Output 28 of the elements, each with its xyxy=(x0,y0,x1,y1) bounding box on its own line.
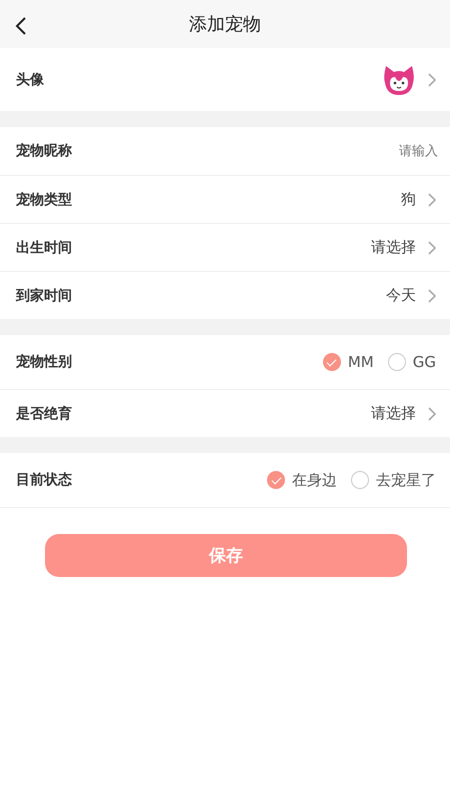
selected-value[interactable]: 狗 xyxy=(401,190,416,209)
selected-value[interactable]: 请选择 xyxy=(371,238,416,257)
field-label: 宠物昵称 xyxy=(16,142,73,160)
option-label: 去宠星了 xyxy=(376,470,436,490)
radio-button[interactable] xyxy=(388,353,406,371)
nickname-input[interactable]: 请输入 xyxy=(358,144,438,158)
field-label: 目前状态 xyxy=(16,471,73,489)
chevron-right-icon xyxy=(428,406,436,420)
chevron-right-icon xyxy=(428,192,436,206)
radio-button[interactable] xyxy=(267,471,285,489)
radio-button[interactable] xyxy=(351,471,369,489)
field-label: 到家时间 xyxy=(16,286,73,304)
chevron-right-icon xyxy=(428,240,436,254)
field-label: 出生时间 xyxy=(16,238,73,256)
selected-value[interactable]: 今天 xyxy=(386,286,416,305)
field-label: 宠物类型 xyxy=(16,190,73,208)
option-label: MM xyxy=(348,353,374,371)
back-icon[interactable] xyxy=(14,16,28,36)
field-label: 是否绝育 xyxy=(16,404,73,422)
chevron-right-icon xyxy=(428,72,436,86)
option-label: GG xyxy=(412,353,436,371)
field-label: 头像 xyxy=(16,70,45,88)
option-label: 在身边 xyxy=(292,470,337,490)
chevron-right-icon xyxy=(428,288,436,302)
field-label: 宠物性别 xyxy=(16,353,73,371)
selected-value[interactable]: 请选择 xyxy=(371,404,416,423)
page-title: 添加宠物 xyxy=(189,13,261,36)
radio-button[interactable] xyxy=(322,353,341,371)
